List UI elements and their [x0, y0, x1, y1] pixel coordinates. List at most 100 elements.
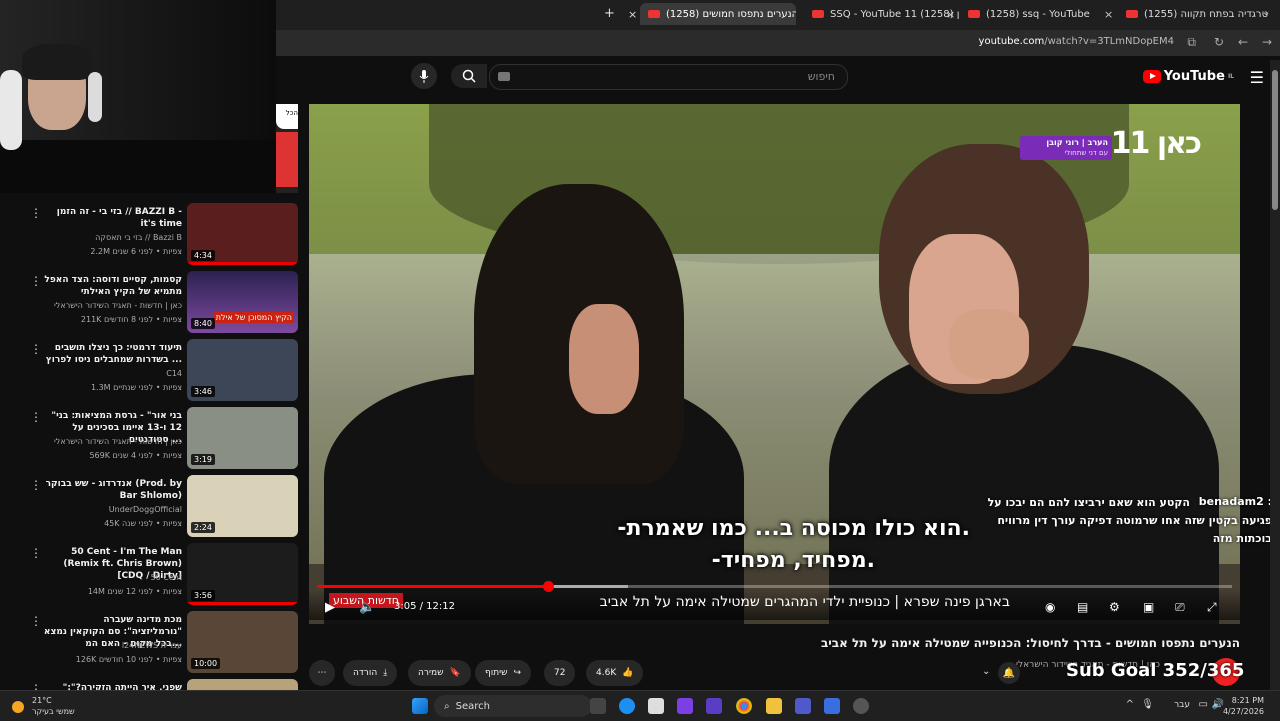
- youtube-logo[interactable]: YouTube IL: [1142, 69, 1234, 84]
- download-button[interactable]: הורדה ⤓: [343, 660, 398, 686]
- tab-1[interactable]: (1255) הטרגדיה בפתח תקווה:: [1118, 3, 1269, 25]
- app-icon[interactable]: [706, 698, 722, 714]
- search-button[interactable]: [451, 64, 487, 88]
- channel-name[interactable]: UnderDoggOfficial: [22, 505, 182, 514]
- copilot-icon[interactable]: [677, 698, 693, 714]
- tab-4-active[interactable]: (1258) הנערים נתפסו חמושים: [640, 3, 796, 25]
- related-videos-list: 4:34 בזי בי - זה הזמן // BAZZI B - it's …: [0, 193, 300, 690]
- address-bar[interactable]: youtube.com/watch?v=3TLmNDopEM4 ⧉ ↻ ← →: [276, 30, 1280, 56]
- channel-name[interactable]: 50 Cent: [22, 573, 182, 582]
- edge-icon[interactable]: [619, 698, 635, 714]
- related-video-item[interactable]: 3:56 50 Cent - I'm The Man (Remix ft. Ch…: [0, 538, 300, 605]
- file-explorer-icon[interactable]: [766, 698, 782, 714]
- related-video-item[interactable]: "שפני, איך הייתה הזקירה?": משפחות ⋮: [0, 674, 300, 690]
- channel-name[interactable]: כאן | חדשות - תאגיד השידור הישראלי: [22, 301, 182, 310]
- chrome-icon[interactable]: [736, 698, 752, 714]
- channel-name[interactable]: C14: [22, 369, 182, 378]
- more-options-icon[interactable]: ⋮: [30, 410, 42, 424]
- weather-widget[interactable]: 21°C שמשי בעיקר: [12, 695, 75, 717]
- video-thumbnail[interactable]: [187, 679, 298, 690]
- task-view-icon[interactable]: [590, 698, 606, 714]
- url-text[interactable]: youtube.com/watch?v=3TLmNDopEM4: [979, 36, 1174, 47]
- more-options-icon[interactable]: ⋮: [30, 546, 42, 560]
- related-video-item[interactable]: 2:24 אנדרדוג - שש בבוקר (Prod. by Bar Sh…: [0, 470, 300, 537]
- video-title[interactable]: אנדרדוג - שש בבוקר (Prod. by Bar Shlomo): [42, 478, 182, 502]
- related-video-item[interactable]: 3:46 תיעוד דרמטי: כך ניצלו תושבים בשדרות…: [0, 334, 300, 401]
- time-display: 3:05 / 12:12: [394, 601, 456, 612]
- close-tab-icon[interactable]: ×: [628, 8, 637, 21]
- search-input[interactable]: חיפוש: [489, 64, 848, 90]
- channel-name[interactable]: כאן | חדשות - תאגיד השידור הישראלי: [22, 437, 182, 446]
- video-thumbnail[interactable]: 3:19: [187, 407, 298, 469]
- teams-icon[interactable]: [795, 698, 811, 714]
- voice-search-mic-icon[interactable]: [411, 63, 437, 89]
- related-video-item[interactable]: 4:34 בזי בי - זה הזמן // BAZZI B - it's …: [0, 198, 300, 265]
- taskbar-clock[interactable]: 8:21 PM 4/27/2026: [1223, 695, 1264, 717]
- autoplay-toggle[interactable]: ◉: [1045, 600, 1055, 614]
- language-indicator[interactable]: עבר: [1174, 700, 1190, 710]
- keyboard-icon[interactable]: [498, 72, 510, 81]
- channel-name[interactable]: בזי בי תאסקה // Bazzi B: [22, 233, 182, 242]
- network-icon[interactable]: ▭: [1199, 699, 1208, 710]
- more-options-icon[interactable]: ⋮: [30, 682, 42, 690]
- video-thumbnail[interactable]: 3:46: [187, 339, 298, 401]
- video-meta: 14M צפיות • לפני 12 שנים: [87, 587, 182, 596]
- obs-icon[interactable]: [853, 698, 869, 714]
- app-icon[interactable]: [824, 698, 840, 714]
- more-actions-button[interactable]: ⋯: [309, 660, 335, 686]
- related-video-item[interactable]: הקיץ המסוכן של אילת 8:40 קסמות, קסיים וד…: [0, 266, 300, 333]
- video-title[interactable]: "שפני, איך הייתה הזקירה?": משפחות: [42, 682, 182, 690]
- search-icon: ⌕: [444, 700, 450, 712]
- webcam-shirt: [0, 140, 276, 193]
- video-thumbnail[interactable]: 4:34: [187, 203, 298, 265]
- video-thumbnail[interactable]: 10:00: [187, 611, 298, 673]
- video-thumbnail[interactable]: 2:24: [187, 475, 298, 537]
- seek-bar[interactable]: [317, 581, 1232, 592]
- windows-start-icon[interactable]: [412, 698, 428, 714]
- mic-tray-icon[interactable]: 🎙: [1141, 699, 1154, 710]
- more-options-icon[interactable]: ⋮: [30, 478, 42, 492]
- subtitles-icon[interactable]: ▤: [1077, 600, 1088, 614]
- store-icon[interactable]: [648, 698, 664, 714]
- more-options-icon[interactable]: ⋮: [30, 342, 42, 356]
- related-video-item[interactable]: 3:19 "בני אור" - גרסת המציאות: בני 12 ו-…: [0, 402, 300, 469]
- comments-count[interactable]: 72: [544, 660, 576, 686]
- forward-icon[interactable]: →: [1262, 35, 1272, 49]
- partial-thumbnail[interactable]: [276, 132, 298, 187]
- cast-icon[interactable]: ⎚: [1175, 600, 1185, 615]
- save-button[interactable]: שמירה 🔖: [408, 660, 471, 686]
- taskbar-search[interactable]: ⌕ Search: [434, 695, 592, 717]
- tab-list-chevron-icon[interactable]: ⌄: [1262, 7, 1270, 18]
- fullscreen-icon[interactable]: ⤢: [1207, 600, 1217, 615]
- volume-icon[interactable]: 🔈: [359, 600, 375, 615]
- tray-chevron-icon[interactable]: ^: [1126, 699, 1134, 710]
- miniplayer-icon[interactable]: ▣: [1143, 600, 1154, 614]
- back-icon[interactable]: ←: [1238, 35, 1248, 49]
- reload-icon[interactable]: ↻: [1214, 35, 1224, 49]
- more-options-icon[interactable]: ⋮: [30, 614, 42, 628]
- youtube-play-icon: [1142, 70, 1161, 83]
- video-title[interactable]: תיעוד דרמטי: כך ניצלו תושבים בשדרות שמחב…: [42, 342, 182, 366]
- more-options-icon[interactable]: ⋮: [30, 206, 42, 220]
- share-page-icon[interactable]: ⧉: [1187, 35, 1196, 50]
- settings-gear-icon[interactable]: ⚙: [1109, 600, 1120, 614]
- menu-icon[interactable]: ☰: [1250, 68, 1264, 87]
- download-label: הורדה: [353, 668, 378, 678]
- scrollbar-thumb[interactable]: [1272, 70, 1278, 210]
- video-thumbnail[interactable]: 3:56: [187, 543, 298, 605]
- tab-2[interactable]: (1258) ssq - YouTube: [960, 3, 1106, 25]
- channel-name[interactable]: i24NEWS עברית: [22, 641, 182, 650]
- related-video-item[interactable]: 10:00 מכת מדינה שעברה "נורמליזציה": סם ה…: [0, 606, 300, 673]
- video-title[interactable]: בזי בי - זה הזמן // BAZZI B - it's time: [42, 206, 182, 230]
- new-tab-button[interactable]: +: [604, 6, 615, 21]
- chip-all[interactable]: הכל: [276, 104, 298, 129]
- more-options-icon[interactable]: ⋮: [30, 274, 42, 288]
- page-scrollbar[interactable]: [1270, 60, 1280, 690]
- video-title[interactable]: קסמות, קסיים ודוסה: הצד האפל מתמיא של הק…: [42, 274, 182, 298]
- play-icon[interactable]: ▶: [325, 600, 335, 615]
- share-button[interactable]: שיתוף ↪: [475, 660, 532, 686]
- video-thumbnail[interactable]: הקיץ המסוכן של אילת 8:40: [187, 271, 298, 333]
- chevron-down-icon[interactable]: ⌄: [982, 666, 990, 677]
- tab-3[interactable]: SSQ - YouTube 11 (1258) כאן: [804, 3, 960, 25]
- like-button[interactable]: 4.6K 👍: [586, 660, 644, 686]
